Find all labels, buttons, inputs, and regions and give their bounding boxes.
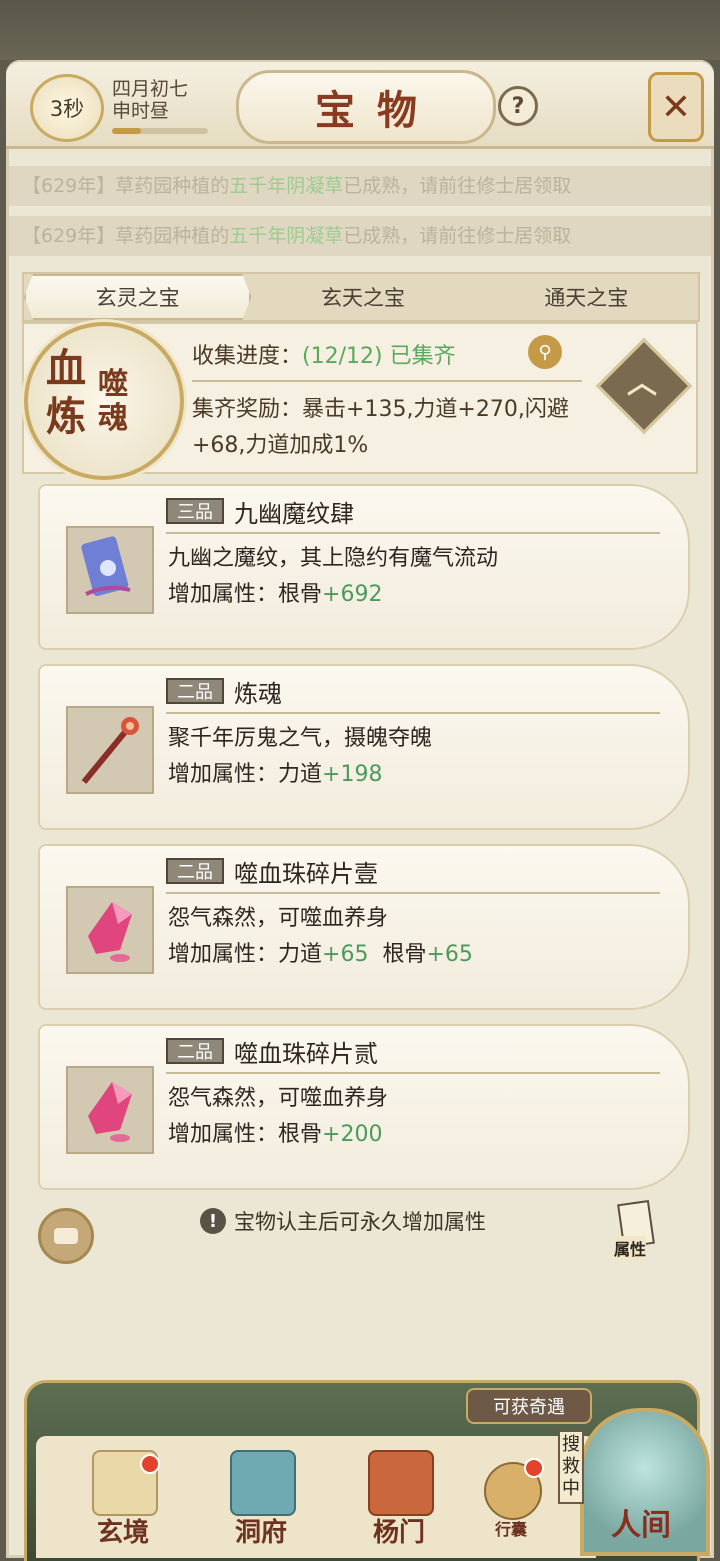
grade-badge: 二品: [166, 858, 224, 884]
search-status-tag: 搜救中: [558, 1430, 584, 1504]
item-name: 九幽魔纹肆: [234, 500, 354, 528]
nav-xuanjing[interactable]: 玄境: [78, 1450, 168, 1558]
notification-dot: [524, 1458, 544, 1478]
notice-line: 【629年】草药园种植的五千年阴凝草已成熟，请前往修士居领取: [6, 166, 714, 206]
game-date: 四月初七 申时昼: [112, 78, 188, 122]
item-name: 炼魂: [234, 680, 282, 708]
item-desc: 怨气森然，可噬血养身: [168, 906, 389, 931]
crystal-icon: [66, 886, 154, 974]
chevron-up-icon: ︿: [627, 366, 657, 401]
time-progress-bar: [112, 128, 208, 134]
treasure-tabs: 玄灵之宝 玄天之宝 通天之宝: [22, 272, 700, 322]
notice-line: 【629年】草药园种植的五千年阴凝草已成熟，请前往修士居领取: [6, 216, 714, 256]
item-desc: 怨气森然，可噬血养身: [168, 1086, 389, 1111]
chat-button[interactable]: [38, 1208, 94, 1264]
nav-dongfu[interactable]: 洞府: [216, 1450, 306, 1558]
divider: [192, 380, 582, 382]
world-label: 人间: [611, 1508, 671, 1543]
tip-text: ! 宝物认主后可永久增加属性: [200, 1206, 486, 1236]
treasure-card[interactable]: 三品 九幽魔纹肆 九幽之魔纹，其上隐约有魔气流动 增加属性：根骨+692: [38, 484, 690, 650]
top-status-strip: [0, 0, 720, 60]
item-attr: 增加属性：力道+65 根骨+65: [168, 942, 473, 967]
item-attr: 增加属性：力道+198: [168, 762, 383, 787]
nav-yangmen[interactable]: 杨门: [354, 1450, 444, 1558]
countdown-timer: 3秒: [30, 74, 104, 142]
tab-xuanling[interactable]: 玄灵之宝: [24, 274, 252, 320]
info-icon: !: [200, 1208, 226, 1234]
scroll-icon: [66, 526, 154, 614]
grade-badge: 三品: [166, 498, 224, 524]
attributes-button[interactable]: 属性: [612, 1198, 660, 1260]
search-button[interactable]: ⚲: [528, 335, 562, 369]
collection-progress: 收集进度：(12/12) 已集齐: [192, 344, 456, 369]
grade-badge: 二品: [166, 1038, 224, 1064]
notification-dot: [140, 1454, 160, 1474]
item-desc: 九幽之魔纹，其上隐约有魔气流动: [168, 546, 499, 571]
search-icon: ⚲: [538, 341, 552, 363]
page-title: 宝物: [315, 87, 439, 134]
crystal-icon: [66, 1066, 154, 1154]
collection-reward: 集齐奖励：暴击+135,力道+270,闪避+68,力道加成1%: [192, 397, 569, 458]
close-icon: ✕: [660, 86, 692, 128]
tab-tongtian[interactable]: 通天之宝: [475, 274, 698, 320]
collection-seal: 血 炼 噬魂: [24, 322, 184, 480]
date-line-2: 申时昼: [112, 100, 170, 122]
item-attr: 增加属性：根骨+692: [168, 582, 383, 607]
pavilion-icon: [230, 1450, 296, 1516]
item-attr: 增加属性：根骨+200: [168, 1122, 383, 1147]
tab-xuantian[interactable]: 玄天之宝: [251, 274, 474, 320]
close-button[interactable]: ✕: [648, 72, 704, 142]
nav-xingnang[interactable]: 行囊: [466, 1450, 556, 1558]
treasure-card[interactable]: 二品 噬血珠碎片贰 怨气森然，可噬血养身 增加属性：根骨+200: [38, 1024, 690, 1190]
grade-badge: 二品: [166, 678, 224, 704]
item-name: 噬血珠碎片壹: [234, 860, 378, 888]
encounter-badge[interactable]: 可获奇遇: [466, 1388, 592, 1424]
banner-icon: [368, 1450, 434, 1516]
page-title-plate: 宝物: [236, 70, 496, 144]
help-button[interactable]: ?: [498, 86, 538, 126]
staff-icon: [66, 706, 154, 794]
chat-icon: [54, 1228, 78, 1244]
treasure-card[interactable]: 二品 炼魂 聚千年厉鬼之气，摄魄夺魄 增加属性：力道+198: [38, 664, 690, 830]
treasure-card[interactable]: 二品 噬血珠碎片壹 怨气森然，可噬血养身 增加属性：力道+65 根骨+65: [38, 844, 690, 1010]
date-line-1: 四月初七: [112, 78, 189, 100]
item-name: 噬血珠碎片贰: [234, 1040, 378, 1068]
item-desc: 聚千年厉鬼之气，摄魄夺魄: [168, 726, 433, 751]
